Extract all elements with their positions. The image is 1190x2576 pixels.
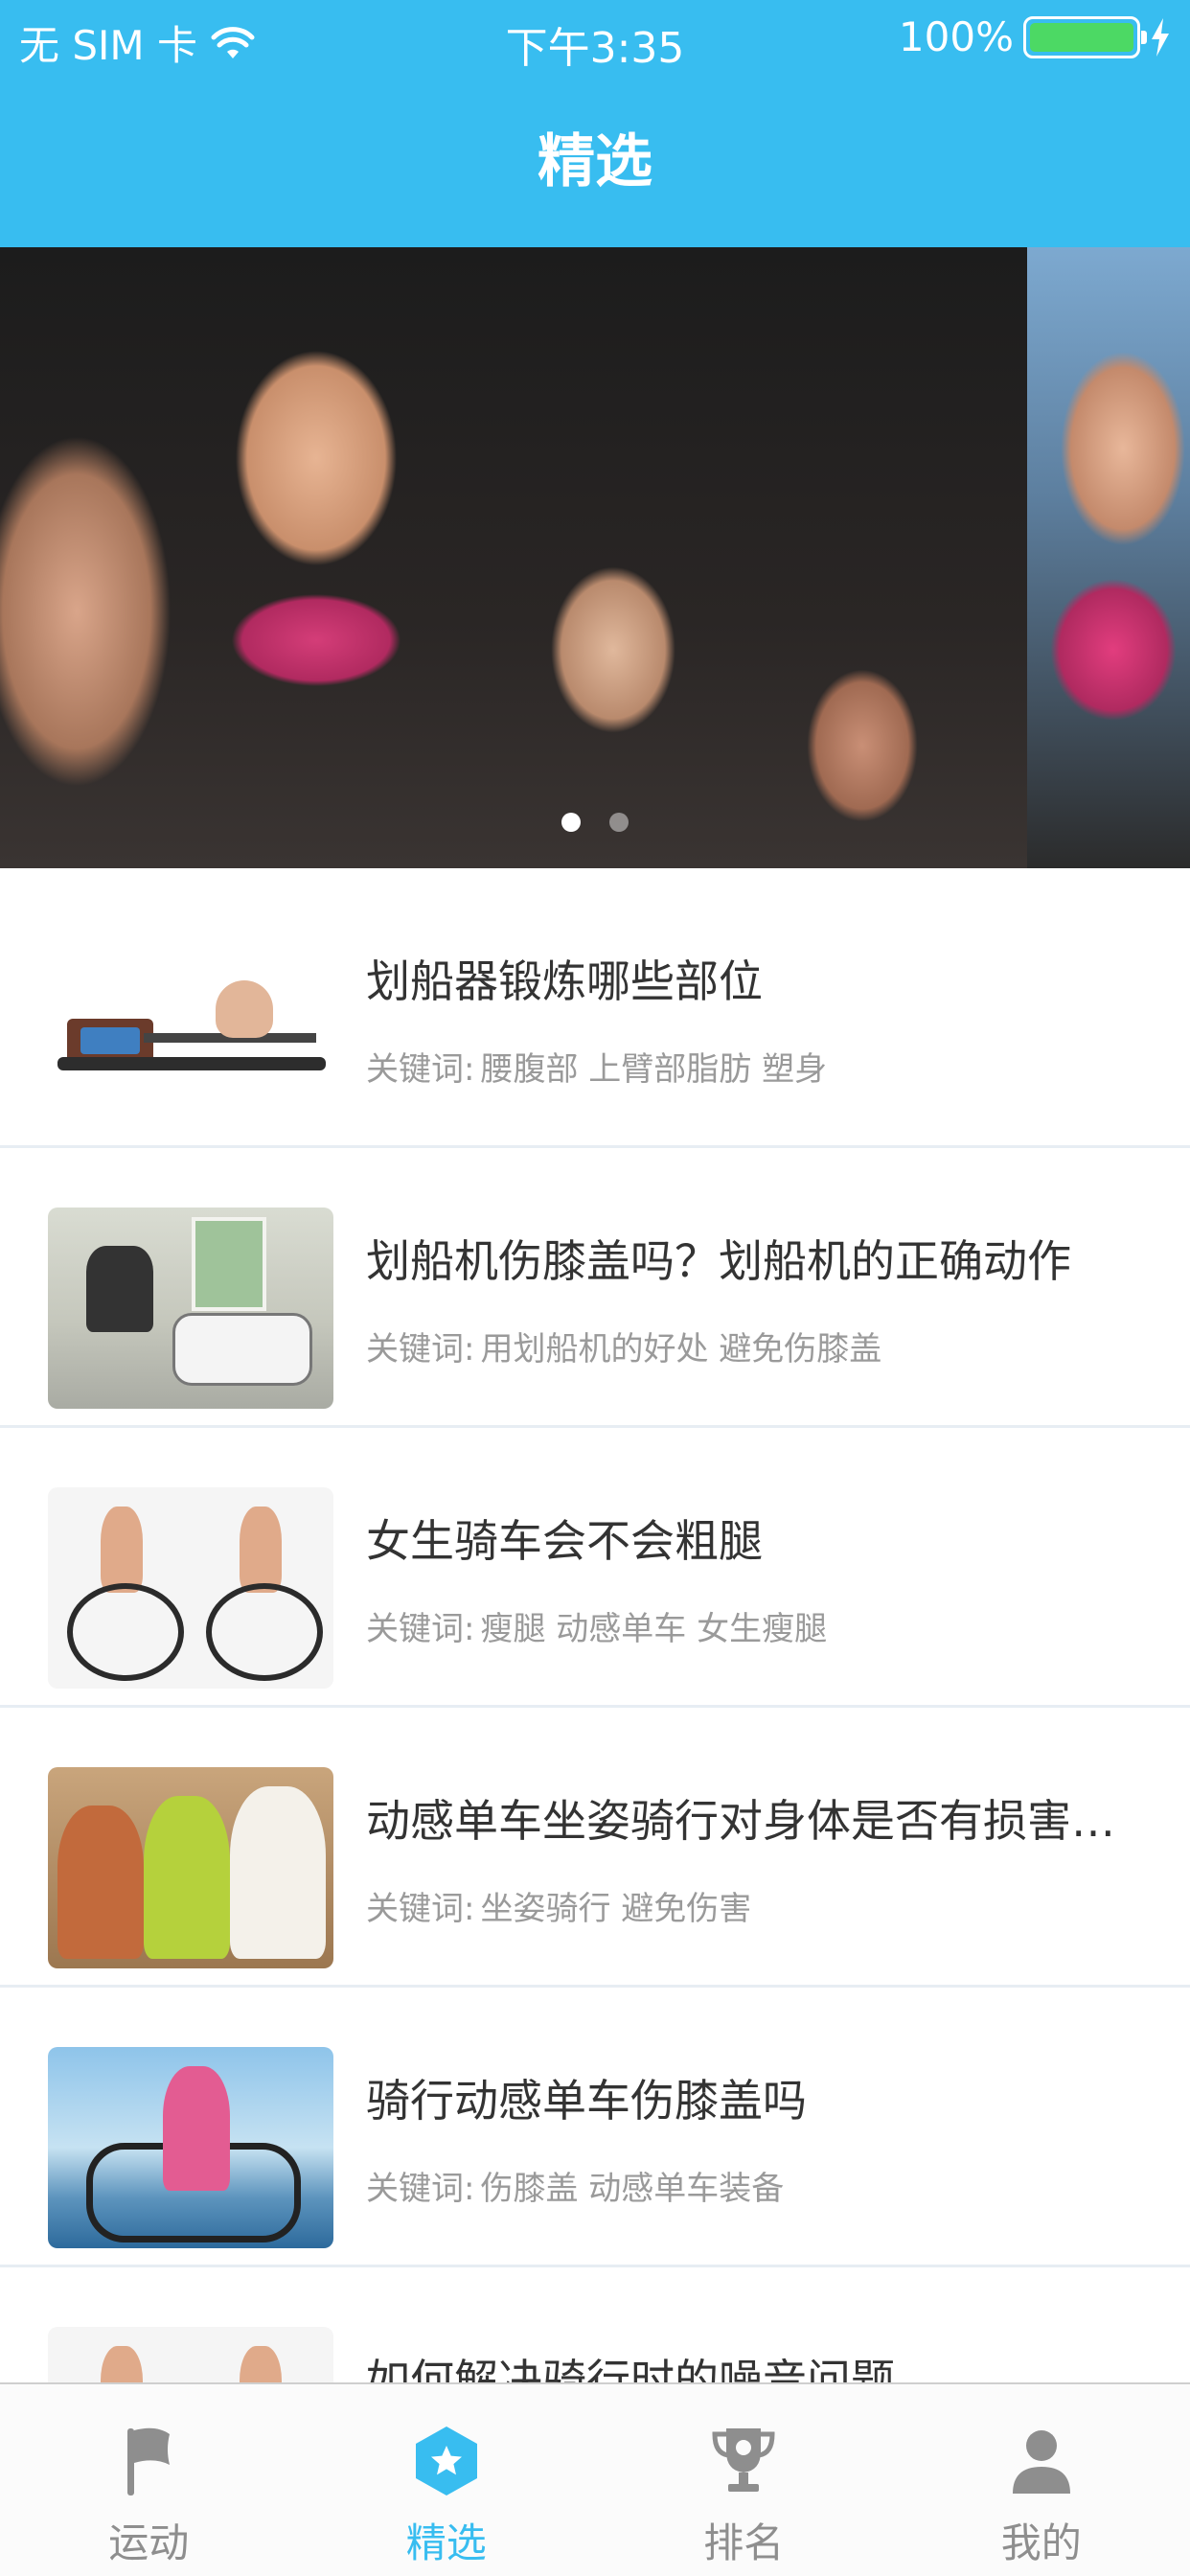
keywords-value: 瘦腿 动感单车 女生瘦腿 <box>480 1610 828 1648</box>
flag-icon <box>127 2427 171 2496</box>
banner-carousel[interactable] <box>0 247 1190 868</box>
banner-slide-current[interactable] <box>0 247 1027 868</box>
status-right: 100% <box>899 13 1171 60</box>
tab-bar: 运动 精选 排名 我的 <box>0 2382 1190 2576</box>
star-badge-icon <box>415 2426 477 2496</box>
keywords-value: 用划船机的好处 避免伤膝盖 <box>480 1330 882 1368</box>
carousel-dot-active <box>561 813 581 832</box>
trophy-icon <box>712 2428 775 2492</box>
article-keywords: 关键词: 瘦腿 动感单车 女生瘦腿 <box>366 1602 827 1649</box>
article-thumbnail <box>48 1767 333 1968</box>
page-title: 精选 <box>538 128 652 196</box>
keywords-value: 伤膝盖 动感单车装备 <box>480 2170 785 2208</box>
keywords-label: 关键词: <box>366 1330 475 1368</box>
article-title: 动感单车坐姿骑行对身体是否有损害？... <box>366 1795 1133 1847</box>
banner-slide-next[interactable] <box>1027 247 1190 868</box>
article-item[interactable]: 动感单车坐姿骑行对身体是否有损害？... 关键词: 坐姿骑行 避免伤害 <box>0 1708 1190 1988</box>
article-item[interactable]: 划船机伤膝盖吗？划船机的正确动作 关键词: 用划船机的好处 避免伤膝盖 <box>0 1148 1190 1428</box>
article-item[interactable]: 划船器锻炼哪些部位 关键词: 腰腹部 上臂部脂肪 塑身 <box>0 868 1190 1148</box>
article-keywords: 关键词: 用划船机的好处 避免伤膝盖 <box>366 1322 881 1369</box>
article-title: 划船器锻炼哪些部位 <box>366 955 763 1007</box>
article-item[interactable]: 骑行动感单车伤膝盖吗 关键词: 伤膝盖 动感单车装备 <box>0 1988 1190 2267</box>
carousel-dot <box>609 813 629 832</box>
person-icon <box>1012 2430 1070 2494</box>
article-title: 划船机伤膝盖吗？划船机的正确动作 <box>366 1235 1071 1287</box>
tab-label: 精选 <box>405 2519 487 2566</box>
article-keywords: 关键词: 坐姿骑行 避免伤害 <box>366 1882 751 1929</box>
article-thumbnail <box>48 928 333 1129</box>
tab-mine[interactable]: 我的 <box>893 2384 1190 2576</box>
article-thumbnail <box>48 1487 333 1689</box>
article-title: 骑行动感单车伤膝盖吗 <box>366 2075 807 2127</box>
article-thumbnail <box>48 2047 333 2248</box>
tab-ranking[interactable]: 排名 <box>595 2384 893 2576</box>
article-keywords: 关键词: 腰腹部 上臂部脂肪 塑身 <box>366 1043 827 1090</box>
battery-icon <box>1023 15 1147 58</box>
tab-label: 我的 <box>1000 2519 1082 2566</box>
keywords-label: 关键词: <box>366 1890 475 1928</box>
screen: 无 SIM 卡 下午3:35 100% 精选 划船器锻炼哪些部位 关键词: 腰腹… <box>0 0 1190 2576</box>
keywords-label: 关键词: <box>366 1050 475 1089</box>
tab-label: 运动 <box>108 2519 190 2566</box>
battery-percent: 100% <box>898 13 1014 60</box>
keywords-label: 关键词: <box>366 2170 475 2208</box>
tab-featured[interactable]: 精选 <box>298 2384 596 2576</box>
top-bar: 无 SIM 卡 下午3:35 100% 精选 <box>0 0 1190 247</box>
tab-label: 排名 <box>703 2519 785 2566</box>
article-thumbnail <box>48 1208 333 1409</box>
carousel-indicator <box>0 813 1190 832</box>
keywords-label: 关键词: <box>366 1610 475 1648</box>
status-bar: 无 SIM 卡 下午3:35 100% <box>0 0 1190 80</box>
article-item[interactable]: 女生骑车会不会粗腿 关键词: 瘦腿 动感单车 女生瘦腿 <box>0 1428 1190 1708</box>
article-title: 女生骑车会不会粗腿 <box>366 1515 763 1567</box>
charging-icon <box>1152 17 1169 57</box>
keywords-value: 坐姿骑行 避免伤害 <box>480 1890 752 1928</box>
article-keywords: 关键词: 伤膝盖 动感单车装备 <box>366 2162 784 2209</box>
tab-sport[interactable]: 运动 <box>0 2384 298 2576</box>
keywords-value: 腰腹部 上臂部脂肪 塑身 <box>480 1050 828 1089</box>
article-list: 划船器锻炼哪些部位 关键词: 腰腹部 上臂部脂肪 塑身 划船机伤膝盖吗？划船机的正… <box>0 868 1190 2547</box>
